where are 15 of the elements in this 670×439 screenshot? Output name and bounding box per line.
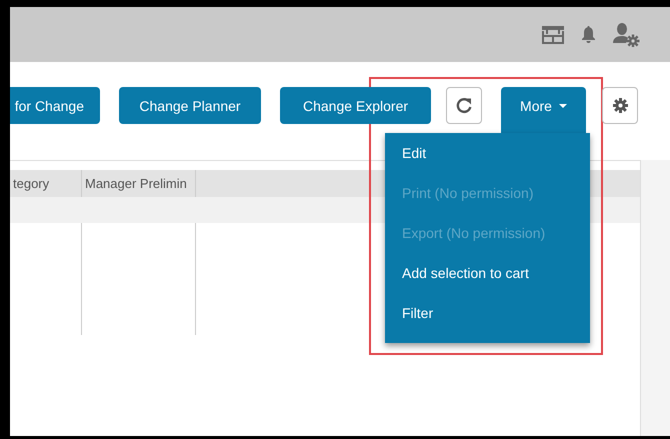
bell-icon[interactable] bbox=[582, 26, 595, 43]
calendar-grid-icon[interactable] bbox=[542, 26, 564, 44]
toolbar-button[interactable]: Change Explorer bbox=[280, 87, 431, 124]
refresh-icon bbox=[456, 97, 472, 114]
more-dropdown-button[interactable]: More bbox=[501, 87, 586, 133]
menu-item[interactable]: Add selection to cart bbox=[385, 263, 590, 303]
refresh-button[interactable] bbox=[446, 87, 482, 124]
settings-button[interactable] bbox=[602, 87, 638, 124]
toolbar-button[interactable]: Change Planner bbox=[119, 87, 261, 124]
menu-item[interactable]: Edit bbox=[385, 143, 590, 183]
menu-item[interactable]: Filter bbox=[385, 303, 590, 343]
toolbar-button[interactable]: for Change bbox=[10, 87, 100, 124]
user-settings-icon[interactable] bbox=[613, 22, 640, 46]
caret-icon bbox=[558, 104, 567, 108]
settings-icon bbox=[612, 97, 628, 114]
